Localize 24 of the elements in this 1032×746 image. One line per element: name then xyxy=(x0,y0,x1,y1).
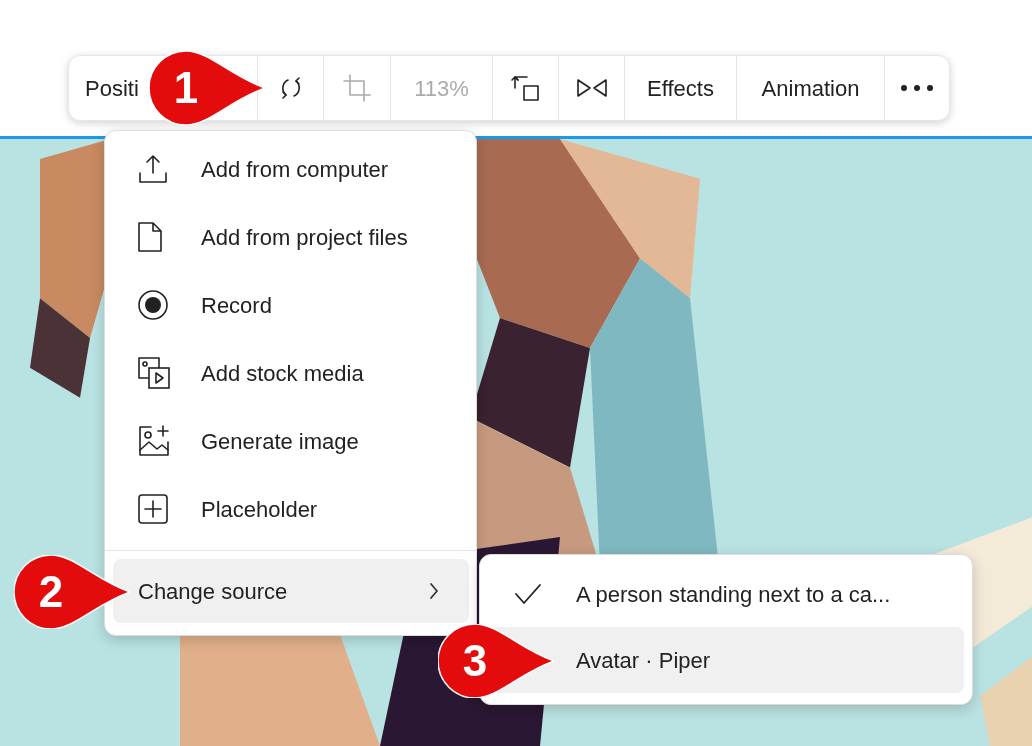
record-icon xyxy=(137,289,169,321)
check-icon xyxy=(514,583,542,605)
file-icon xyxy=(137,221,163,253)
toolbar-button[interactable]: Animation xyxy=(737,56,885,120)
menu-item[interactable]: Placeholder xyxy=(105,475,476,543)
menu-item[interactable]: Generate image xyxy=(105,407,476,475)
more-icon xyxy=(900,84,934,92)
menu-item[interactable]: Record xyxy=(105,271,476,339)
chevron-right-icon xyxy=(429,582,439,600)
menu-item[interactable]: Add from project files xyxy=(105,203,476,271)
upload-icon xyxy=(137,153,169,185)
submenu-option[interactable]: A person standing next to a ca... xyxy=(488,561,964,627)
media-icon xyxy=(137,356,171,390)
step-tooltip: 1 xyxy=(149,51,265,125)
step-tooltip: 2 xyxy=(14,555,130,629)
sparkle-image-icon xyxy=(137,424,171,458)
plus-square-icon xyxy=(137,493,169,525)
menu-item[interactable]: Add stock media xyxy=(105,339,476,407)
toolbar-button[interactable]: Effects xyxy=(625,56,737,120)
step-tooltip: 3 xyxy=(438,624,554,698)
submenu-item[interactable]: Change source xyxy=(113,559,469,623)
crop-icon xyxy=(342,73,372,103)
menu-item[interactable]: Add from computer xyxy=(105,135,476,203)
flip-icon xyxy=(575,78,608,98)
